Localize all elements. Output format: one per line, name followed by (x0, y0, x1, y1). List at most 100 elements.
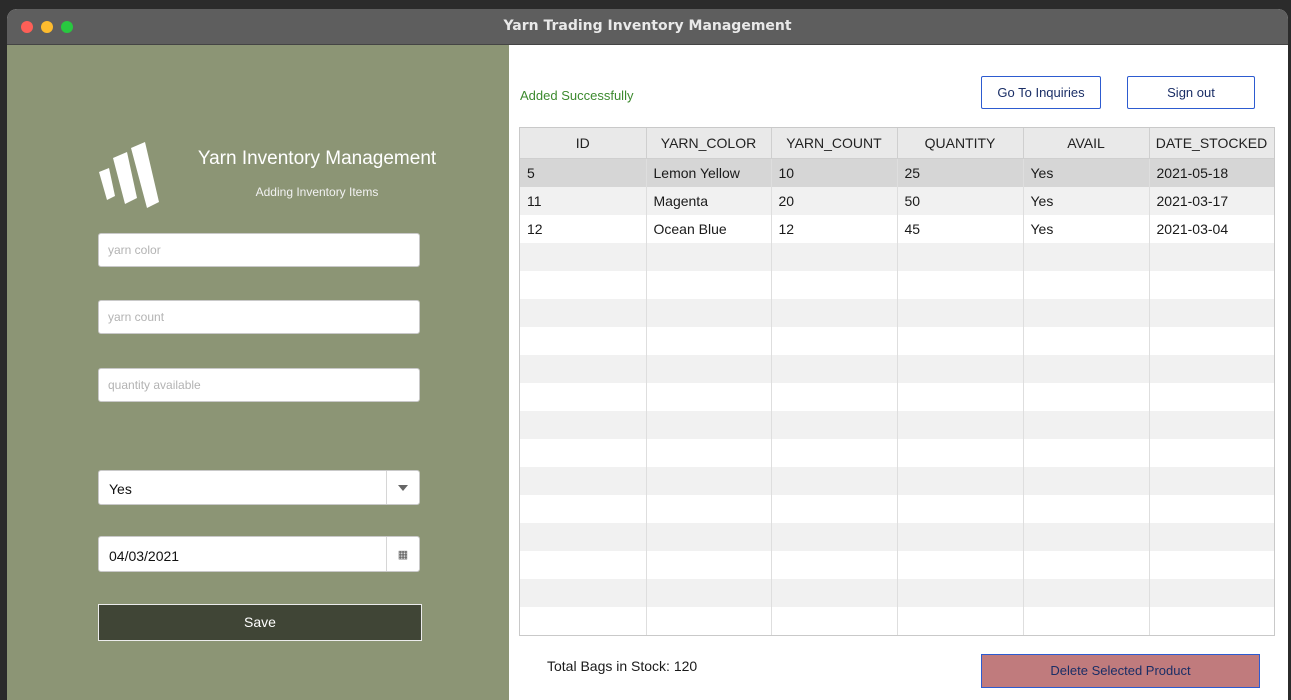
yarn-logo-icon (99, 142, 159, 208)
cell-avail: Yes (1023, 158, 1150, 187)
cell-yarn-count (771, 579, 898, 607)
cell-date-stocked (1149, 411, 1274, 439)
cell-id (520, 467, 647, 495)
cell-yarn-count (771, 411, 898, 439)
empty-table-row (520, 411, 1274, 439)
go-to-inquiries-button[interactable]: Go To Inquiries (981, 76, 1101, 109)
cell-yarn-color: Magenta (646, 187, 772, 215)
table-row[interactable]: 12 Ocean Blue 12 45 Yes 2021-03-04 (520, 215, 1274, 243)
cell-date-stocked (1149, 243, 1274, 271)
cell-yarn-color (646, 523, 772, 551)
table-header-row: ID YARN_COLOR YARN_COUNT QUANTITY AVAIL … (520, 128, 1274, 159)
cell-date-stocked (1149, 439, 1274, 467)
empty-table-row (520, 439, 1274, 467)
cell-avail: Yes (1023, 215, 1150, 243)
cell-yarn-color (646, 327, 772, 355)
cell-id: 5 (520, 158, 647, 187)
column-header-avail[interactable]: AVAIL (1023, 128, 1150, 159)
cell-quantity (897, 271, 1024, 299)
app-title: Yarn Inventory Management (197, 148, 437, 169)
cell-date-stocked (1149, 523, 1274, 551)
cell-avail (1023, 551, 1150, 579)
cell-id (520, 523, 647, 551)
empty-table-row (520, 467, 1274, 495)
cell-avail (1023, 495, 1150, 523)
cell-id (520, 495, 647, 523)
cell-yarn-color (646, 383, 772, 411)
column-header-id[interactable]: ID (520, 128, 647, 159)
cell-yarn-count: 20 (771, 187, 898, 215)
column-header-date-stocked[interactable]: DATE_STOCKED (1149, 128, 1274, 159)
cell-yarn-count (771, 439, 898, 467)
empty-table-row (520, 579, 1274, 607)
cell-date-stocked (1149, 327, 1274, 355)
cell-yarn-color (646, 439, 772, 467)
sign-out-button[interactable]: Sign out (1127, 76, 1255, 109)
cell-date-stocked (1149, 495, 1274, 523)
availability-value: Yes (109, 481, 132, 497)
empty-table-row (520, 383, 1274, 411)
cell-quantity (897, 411, 1024, 439)
cell-id (520, 355, 647, 383)
cell-yarn-count (771, 495, 898, 523)
app-subtitle: Adding Inventory Items (255, 185, 379, 199)
cell-yarn-count (771, 467, 898, 495)
column-header-quantity[interactable]: QUANTITY (897, 128, 1024, 159)
cell-id: 12 (520, 215, 647, 243)
cell-quantity (897, 523, 1024, 551)
cell-avail (1023, 355, 1150, 383)
app-window: Yarn Trading Inventory Management Yarn I… (7, 9, 1288, 700)
empty-table-row (520, 327, 1274, 355)
calendar-icon[interactable]: ▦ (386, 537, 419, 571)
column-header-yarn-color[interactable]: YARN_COLOR (646, 128, 772, 159)
table-row[interactable]: 5 Lemon Yellow 10 25 Yes 2021-05-18 (520, 158, 1274, 187)
cell-quantity (897, 383, 1024, 411)
cell-date-stocked (1149, 607, 1274, 635)
date-stocked-field[interactable]: 04/03/2021 ▦ (98, 536, 420, 572)
cell-yarn-count (771, 551, 898, 579)
cell-quantity (897, 467, 1024, 495)
cell-date-stocked (1149, 551, 1274, 579)
column-header-yarn-count[interactable]: YARN_COUNT (771, 128, 898, 159)
cell-avail (1023, 383, 1150, 411)
cell-id (520, 243, 647, 271)
inventory-table[interactable]: ID YARN_COLOR YARN_COUNT QUANTITY AVAIL … (519, 127, 1275, 636)
chevron-down-icon[interactable] (386, 471, 419, 504)
date-value: 04/03/2021 (109, 548, 180, 564)
empty-table-row (520, 495, 1274, 523)
quantity-input[interactable] (98, 368, 420, 402)
cell-avail (1023, 327, 1150, 355)
yarn-color-input[interactable] (98, 233, 420, 267)
cell-id (520, 327, 647, 355)
cell-date-stocked: 2021-05-18 (1149, 158, 1274, 187)
cell-quantity (897, 439, 1024, 467)
availability-select[interactable]: Yes (98, 470, 420, 505)
cell-id (520, 383, 647, 411)
status-message: Added Successfully (520, 88, 634, 103)
cell-quantity (897, 355, 1024, 383)
yarn-count-input[interactable] (98, 300, 420, 334)
total-bags-label: Total Bags in Stock: 120 (547, 658, 698, 674)
cell-avail (1023, 439, 1150, 467)
cell-yarn-count (771, 243, 898, 271)
cell-yarn-count: 12 (771, 215, 898, 243)
cell-quantity: 25 (897, 158, 1024, 187)
cell-yarn-count (771, 383, 898, 411)
cell-quantity (897, 551, 1024, 579)
cell-avail: Yes (1023, 187, 1150, 215)
cell-date-stocked: 2021-03-04 (1149, 215, 1274, 243)
cell-yarn-count (771, 355, 898, 383)
delete-selected-product-button[interactable]: Delete Selected Product (981, 654, 1260, 688)
cell-quantity: 50 (897, 187, 1024, 215)
cell-yarn-color (646, 271, 772, 299)
empty-table-row (520, 271, 1274, 299)
table-row[interactable]: 11 Magenta 20 50 Yes 2021-03-17 (520, 187, 1274, 215)
cell-date-stocked (1149, 271, 1274, 299)
cell-date-stocked (1149, 383, 1274, 411)
cell-date-stocked (1149, 579, 1274, 607)
cell-quantity: 45 (897, 215, 1024, 243)
empty-table-row (520, 551, 1274, 579)
cell-yarn-color (646, 551, 772, 579)
save-button[interactable]: Save (98, 604, 422, 641)
cell-avail (1023, 271, 1150, 299)
